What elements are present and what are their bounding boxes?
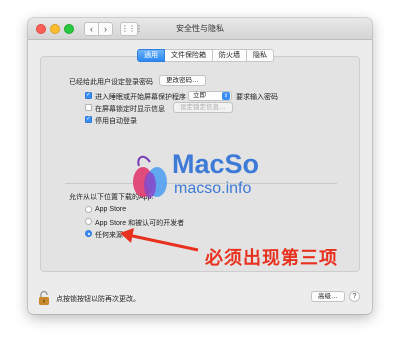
- macso-logo-icon: [133, 155, 167, 198]
- radio-anywhere-label: 任何来源: [95, 232, 123, 239]
- set-lock-message-button[interactable]: 设定锁定信息…: [173, 102, 233, 113]
- annotation-text: 必须出现第三项: [205, 248, 338, 268]
- help-button[interactable]: ?: [349, 291, 360, 302]
- radio-anywhere[interactable]: [85, 230, 92, 237]
- radio-app-store-identified-label: App Store 和被认可的开发者: [95, 220, 185, 227]
- radio-app-store-identified[interactable]: [85, 218, 92, 225]
- require-password-suffix: 要求输入密码: [236, 94, 278, 101]
- chevron-updown-icon: ⇕: [222, 92, 230, 100]
- advanced-button[interactable]: 高级…: [311, 291, 345, 302]
- disable-auto-login-label: 停用自动登录: [95, 118, 137, 125]
- password-set-text: 已经给此用户设定登录密码: [69, 79, 153, 86]
- window-title: 安全性与隐私: [176, 24, 224, 33]
- change-password-button[interactable]: 更改密码…: [159, 75, 206, 86]
- require-password-checkbox[interactable]: ✓: [85, 92, 92, 99]
- tab-filevault[interactable]: 文件保险箱: [165, 49, 213, 62]
- show-message-checkbox[interactable]: [85, 104, 92, 111]
- unlocked-lock-icon[interactable]: [38, 290, 50, 306]
- watermark-url: macso.info: [174, 180, 252, 197]
- radio-app-store-label: App Store: [95, 206, 127, 213]
- lock-text: 点按锁按钮以防再次更改。: [56, 296, 140, 303]
- require-password-delay-select[interactable]: 立即 ⇕: [188, 91, 232, 101]
- radio-app-store[interactable]: [85, 206, 92, 213]
- disable-auto-login-checkbox[interactable]: ✓: [85, 116, 92, 123]
- require-password-delay-value: 立即: [193, 92, 206, 99]
- tab-bar: 通用 文件保险箱 防火墙 隐私: [137, 49, 274, 62]
- tab-firewall[interactable]: 防火墙: [213, 49, 247, 62]
- show-message-label: 在屏幕锁定时显示信息: [95, 106, 165, 113]
- tab-privacy[interactable]: 隐私: [247, 49, 274, 62]
- watermark-name: MacSo: [172, 149, 260, 179]
- require-password-label: 进入睡眠或开始屏幕保护程序: [95, 94, 186, 101]
- tab-general[interactable]: 通用: [137, 49, 165, 62]
- title-bar: ‹ › ⋮⋮⋮ 安全性与隐私: [28, 18, 372, 40]
